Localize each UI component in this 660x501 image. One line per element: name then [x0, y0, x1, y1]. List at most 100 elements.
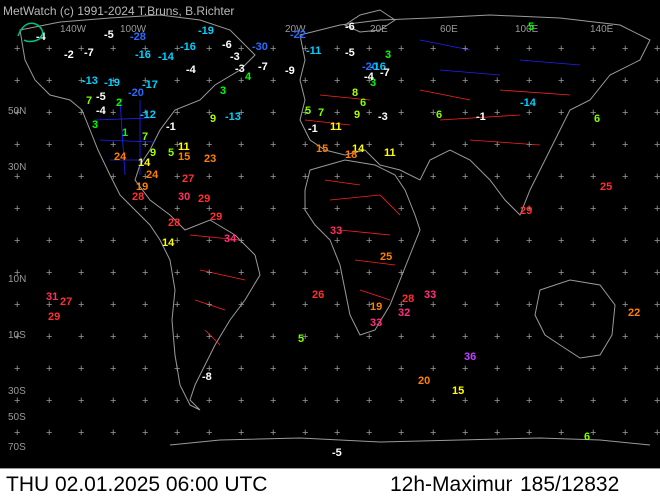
grid-mark: + — [558, 75, 564, 87]
station-value: -19 — [104, 77, 120, 89]
station-value: 27 — [60, 296, 72, 308]
grid-mark: + — [590, 171, 596, 183]
grid-mark: + — [398, 203, 404, 215]
grid-mark: + — [270, 427, 276, 439]
station-value: 6 — [584, 431, 590, 443]
grid-mark: + — [654, 43, 660, 55]
grid-mark: + — [174, 299, 180, 311]
grid-mark: + — [302, 171, 308, 183]
grid-mark: + — [654, 427, 660, 439]
station-value: 34 — [224, 233, 237, 245]
grid-mark: + — [270, 235, 276, 247]
grid-mark: + — [494, 107, 500, 119]
grid-mark: + — [78, 395, 84, 407]
station-value: 29 — [520, 205, 532, 217]
datetime-label: THU 02.01.2025 06:00 UTC — [6, 473, 268, 496]
grid-mark: + — [174, 427, 180, 439]
grid-mark: + — [558, 331, 564, 343]
station-value: 28 — [132, 191, 144, 203]
grid-mark: + — [398, 107, 404, 119]
grid-mark: + — [206, 395, 212, 407]
grid-mark: + — [590, 299, 596, 311]
station-value: 3 — [0, 0, 6, 3]
station-value: -30 — [252, 41, 268, 53]
grid-mark: + — [174, 107, 180, 119]
world-map: + + + + + + + + + + + + + + + + + + + + + + + + + + + + + + + + + + + + + + + +… — [0, 0, 660, 459]
grid-mark: + — [430, 395, 436, 407]
grid-mark: + — [494, 363, 500, 375]
station-value: 7 — [142, 131, 148, 143]
grid-mark: + — [302, 235, 308, 247]
grid-mark: + — [462, 107, 468, 119]
grid-marks: + + + + + + + + + + + + + + + + + + + + + + + + + + + + + + + + + + + + + + + +… — [14, 43, 660, 439]
grid-mark: + — [270, 107, 276, 119]
grid-mark: + — [654, 395, 660, 407]
grid-mark: + — [46, 75, 52, 87]
longitude-label: 20E — [370, 24, 388, 35]
grid-mark: + — [590, 363, 596, 375]
grid-mark: + — [238, 331, 244, 343]
grid-mark: + — [526, 299, 532, 311]
grid-mark: + — [558, 107, 564, 119]
station-value: 9 — [150, 147, 156, 159]
grid-mark: + — [526, 171, 532, 183]
grid-mark: + — [654, 107, 660, 119]
grid-mark: + — [590, 43, 596, 55]
station-value: 6 — [436, 109, 442, 121]
grid-mark: + — [398, 43, 404, 55]
grid-mark: + — [238, 363, 244, 375]
grid-mark: + — [238, 75, 244, 87]
station-value: -28 — [130, 31, 146, 43]
grid-mark: + — [110, 171, 116, 183]
station-value: 30 — [178, 191, 190, 203]
longitude-label: 140E — [590, 24, 614, 35]
grid-mark: + — [590, 427, 596, 439]
grid-mark: + — [654, 331, 660, 343]
grid-mark: + — [110, 139, 116, 151]
grid-mark: + — [366, 427, 372, 439]
station-value: 22 — [628, 307, 640, 319]
grid-mark: + — [302, 203, 308, 215]
station-value: -11 — [306, 45, 321, 57]
grid-mark: + — [558, 43, 564, 55]
grid-mark: + — [398, 363, 404, 375]
grid-mark: + — [78, 331, 84, 343]
station-value: -14 — [520, 97, 537, 109]
grid-mark: + — [622, 235, 628, 247]
grid-mark: + — [526, 139, 532, 151]
grid-mark: + — [430, 75, 436, 87]
grid-mark: + — [366, 395, 372, 407]
grid-mark: + — [78, 363, 84, 375]
grid-mark: + — [270, 75, 276, 87]
station-value: 25 — [600, 181, 612, 193]
station-value: -6 — [345, 21, 355, 33]
grid-mark: + — [206, 235, 212, 247]
grid-mark: + — [78, 267, 84, 279]
station-value: 27 — [182, 173, 194, 185]
grid-mark: + — [558, 139, 564, 151]
latitude-label: 70S — [8, 442, 26, 453]
station-value: 24 — [146, 169, 159, 181]
grid-mark: + — [398, 75, 404, 87]
station-value: 36 — [464, 351, 476, 363]
grid-mark: + — [110, 299, 116, 311]
grid-mark: + — [366, 107, 372, 119]
station-value: 3 — [385, 49, 391, 61]
grid-mark: + — [46, 107, 52, 119]
grid-mark: + — [270, 139, 276, 151]
grid-mark: + — [206, 75, 212, 87]
station-value: 29 — [198, 193, 210, 205]
grid-mark: + — [206, 171, 212, 183]
grid-mark: + — [334, 395, 340, 407]
grid-mark: + — [238, 139, 244, 151]
grid-mark: + — [238, 299, 244, 311]
grid-mark: + — [526, 43, 532, 55]
grid-mark: + — [174, 363, 180, 375]
station-value: 26 — [312, 289, 324, 301]
grid-mark: + — [14, 75, 20, 87]
grid-mark: + — [142, 427, 148, 439]
grid-mark: + — [238, 203, 244, 215]
grid-mark: + — [302, 427, 308, 439]
station-value: 28 — [168, 217, 180, 229]
longitude-label: 140W — [60, 24, 87, 35]
